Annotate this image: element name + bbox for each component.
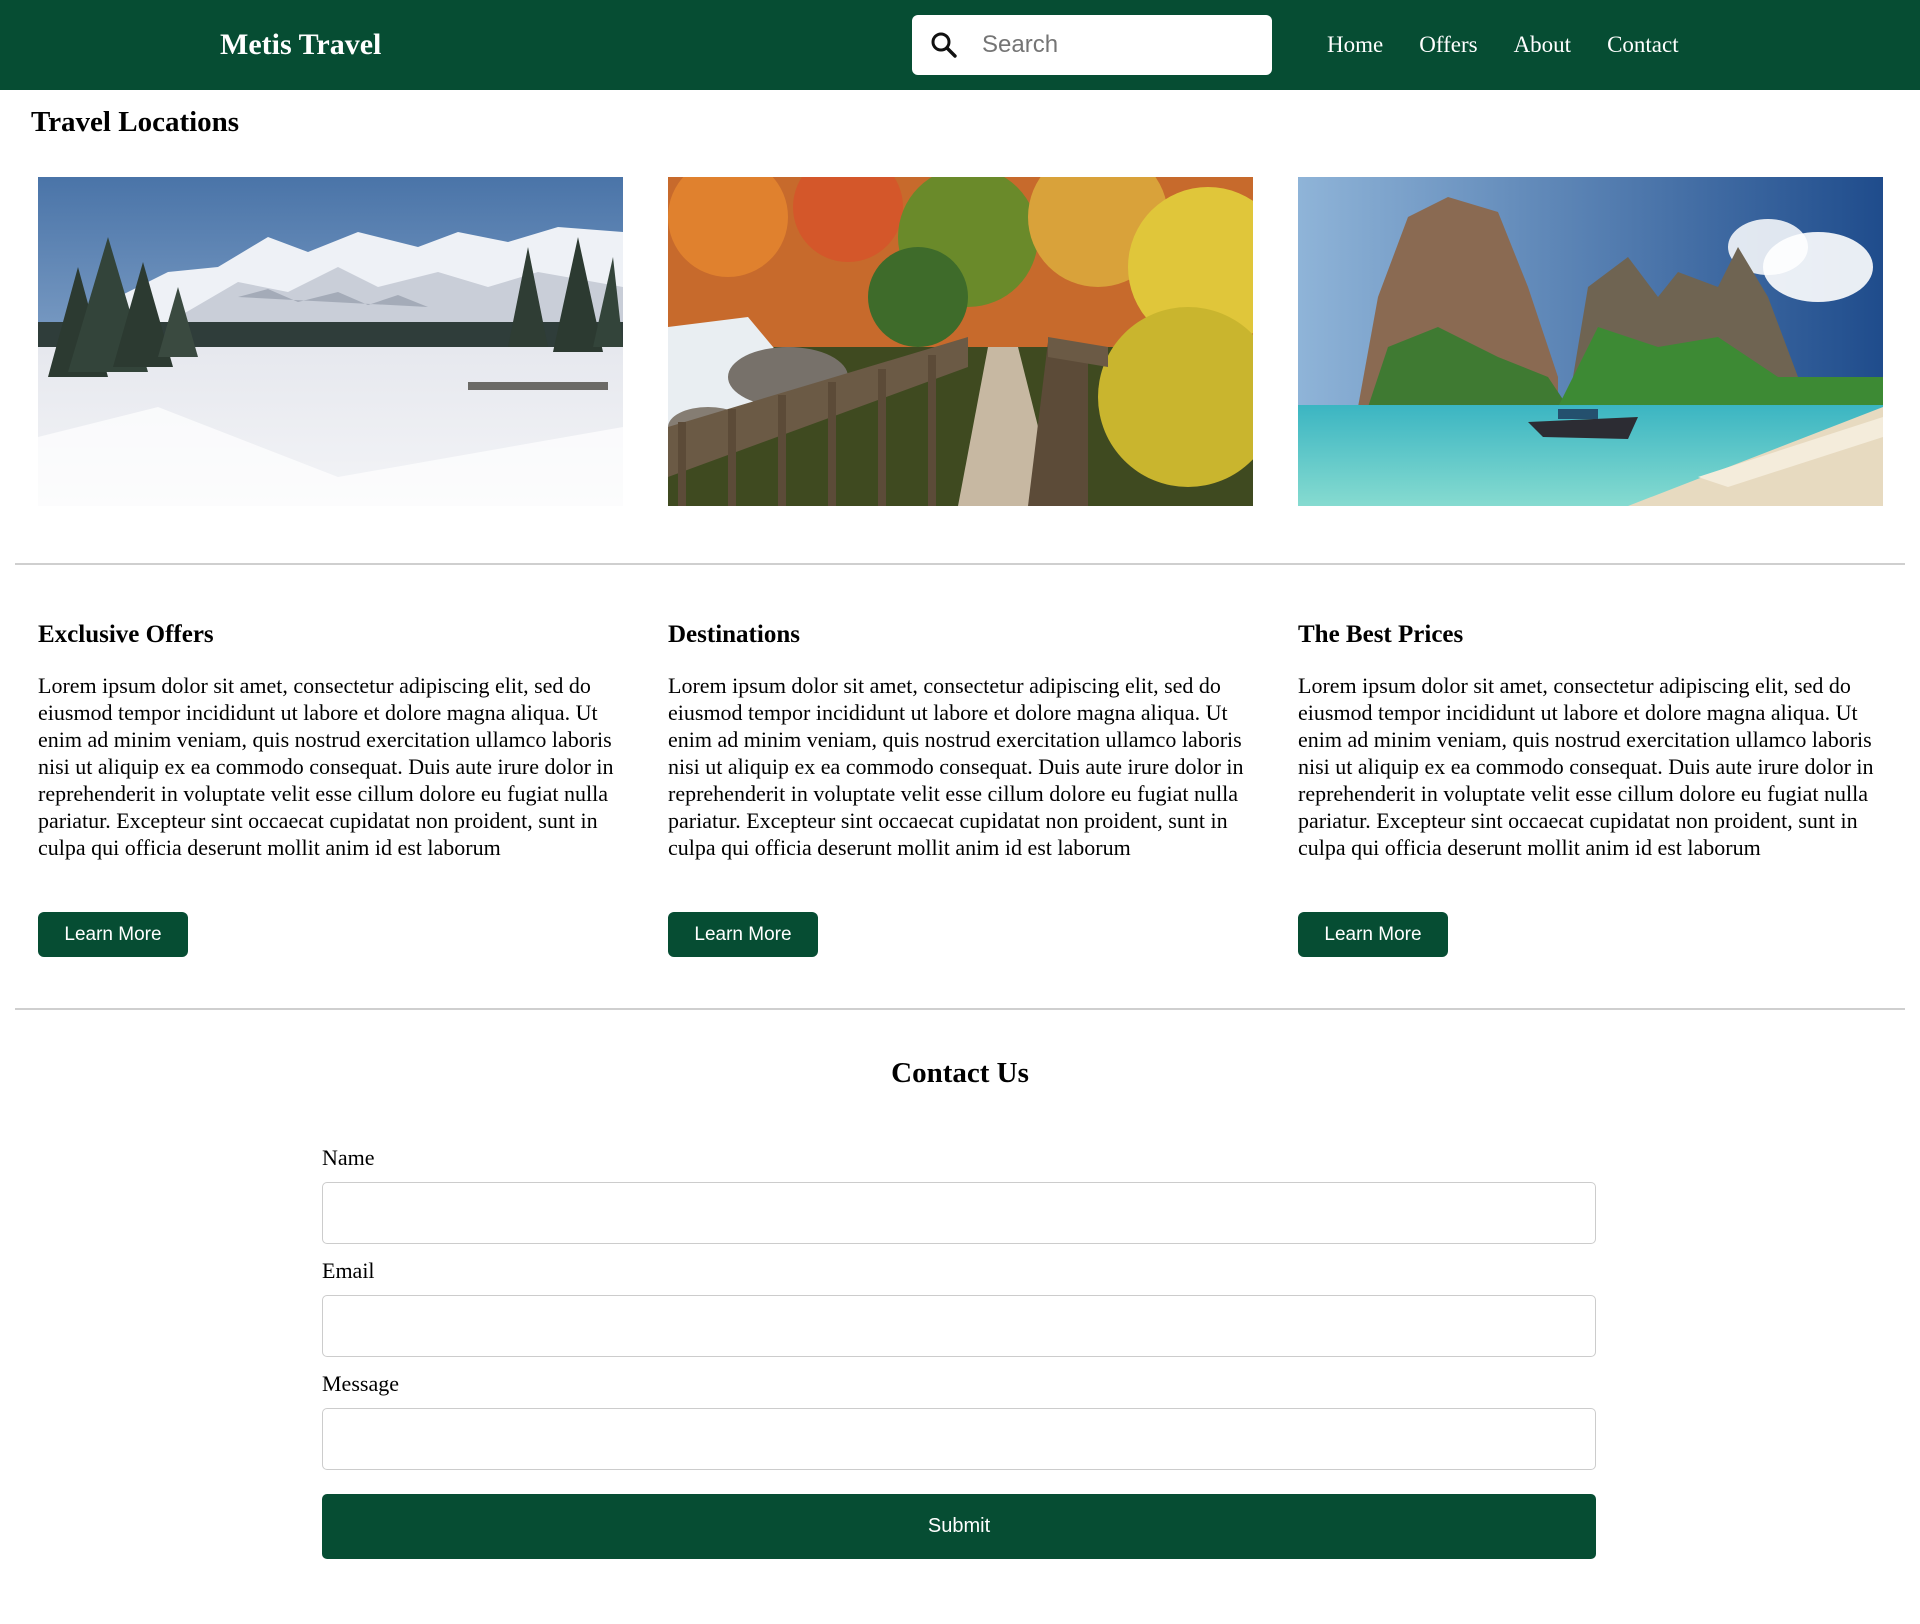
nav-link-home[interactable]: Home [1327, 26, 1383, 64]
nav-link-offers[interactable]: Offers [1419, 26, 1477, 64]
contact-title: Contact Us [891, 1057, 1029, 1089]
search-box[interactable] [912, 15, 1272, 75]
search-icon[interactable] [930, 31, 958, 59]
feature-destinations: Destinations Lorem ipsum dolor sit amet,… [668, 618, 1258, 957]
section-divider [15, 563, 1905, 565]
feature-title: Destinations [668, 621, 800, 648]
photo-tropical-beach [1298, 177, 1883, 506]
learn-more-button[interactable]: Learn More [1298, 912, 1448, 957]
feature-best-prices: The Best Prices Lorem ipsum dolor sit am… [1298, 618, 1888, 957]
feature-body: Lorem ipsum dolor sit amet, consectetur … [1298, 673, 1874, 860]
feature-title: The Best Prices [1298, 621, 1464, 648]
feature-exclusive-offers: Exclusive Offers Lorem ipsum dolor sit a… [38, 618, 628, 957]
photo-snowy-mountains [38, 177, 623, 506]
learn-more-button[interactable]: Learn More [38, 912, 188, 957]
feature-body: Lorem ipsum dolor sit amet, consectetur … [38, 673, 614, 860]
photo-autumn-forest [668, 177, 1253, 506]
name-label: Name [322, 1145, 375, 1170]
message-field[interactable] [322, 1408, 1596, 1470]
nav-link-about[interactable]: About [1514, 26, 1572, 64]
navbar: Metis Travel Home Offers About Contact [0, 0, 1920, 90]
section-divider [15, 1008, 1905, 1010]
email-label: Email [322, 1258, 375, 1283]
feature-body: Lorem ipsum dolor sit amet, consectetur … [668, 673, 1244, 860]
name-field[interactable] [322, 1182, 1596, 1244]
submit-button[interactable]: Submit [322, 1494, 1596, 1559]
brand-logo-text[interactable]: Metis Travel [220, 26, 381, 64]
search-input[interactable] [982, 25, 1252, 65]
feature-title: Exclusive Offers [38, 621, 214, 648]
travel-locations-title: Travel Locations [31, 106, 240, 138]
email-field[interactable] [322, 1295, 1596, 1357]
nav-link-contact[interactable]: Contact [1607, 26, 1679, 64]
message-label: Message [322, 1371, 399, 1396]
nav-links: Home Offers About Contact [1327, 26, 1715, 64]
learn-more-button[interactable]: Learn More [668, 912, 818, 957]
